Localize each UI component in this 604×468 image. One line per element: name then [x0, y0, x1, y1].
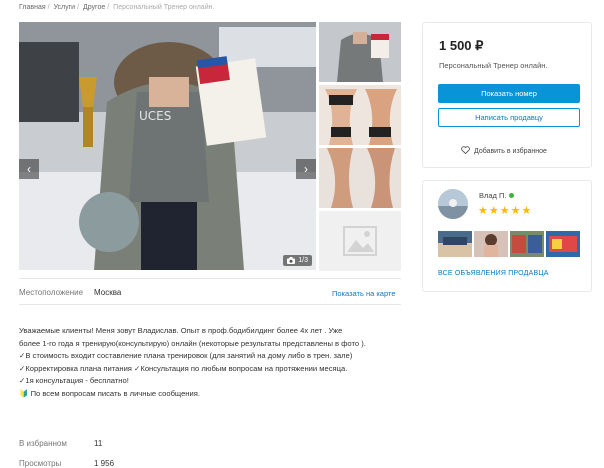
thumbnail-1[interactable] [319, 22, 401, 82]
breadcrumb-other[interactable]: Другое [83, 4, 105, 11]
thumbnail-2[interactable] [319, 85, 401, 145]
divider [19, 304, 401, 305]
description: Уважаемые клиенты! Меня зовут Владислав.… [19, 325, 414, 400]
next-photo-button[interactable]: › [296, 159, 316, 179]
price-card: 1 500 ₽ Персональный Тренер онлайн. Пока… [422, 22, 592, 168]
views-count-value: 1 956 [94, 459, 115, 468]
seller-listing-thumb[interactable] [510, 231, 544, 257]
description-line: Уважаемые клиенты! Меня зовут Владислав.… [19, 326, 343, 335]
show-on-map-link[interactable]: Показать на карте [332, 289, 396, 298]
chevron-right-icon: › [304, 162, 308, 176]
seller-name[interactable]: Влад П. [479, 191, 506, 200]
photo-counter-text: 1/3 [298, 257, 308, 264]
main-photo-image: UCES [19, 22, 316, 270]
seller-listing-thumb[interactable] [546, 231, 580, 257]
breadcrumb-separator: / [47, 4, 50, 11]
chevron-left-icon: ‹ [27, 162, 31, 176]
prev-photo-button[interactable]: ‹ [19, 159, 39, 179]
seller-name-row[interactable]: Влад П. [479, 191, 515, 200]
thumbnail-image [319, 22, 401, 82]
heart-icon [461, 146, 470, 156]
all-seller-listings-link[interactable]: ВСЕ ОБЪЯВЛЕНИЯ ПРОДАВЦА [438, 270, 549, 277]
seller-card: Влад П. ★★★★★ ВСЕ ОБЪЯВЛЕНИЯ ПРОДАВЦА [422, 180, 592, 292]
svg-text:UCES: UCES [139, 109, 171, 123]
description-line: более 1-го года я тренирую(консультирую)… [19, 338, 366, 348]
location-label: Местоположение [19, 288, 84, 297]
breadcrumb-home[interactable]: Главная [19, 4, 46, 11]
online-status-icon [509, 193, 515, 198]
seller-listing-thumbs [438, 231, 580, 257]
divider [19, 278, 401, 279]
thumbnail-placeholder[interactable] [319, 211, 401, 271]
favorites-count-label: В избранном [19, 439, 67, 448]
listing-title: Персональный Тренер онлайн. [439, 61, 548, 70]
breadcrumb-services[interactable]: Услуги [54, 4, 76, 11]
description-line: ✓1я консультация - бесплатно! [19, 376, 129, 385]
image-placeholder-icon [343, 226, 377, 256]
price: 1 500 ₽ [439, 38, 484, 53]
add-to-favorites-label: Добавить в избранное [474, 147, 547, 155]
thumbnail-3[interactable] [319, 148, 401, 208]
description-line: ✓В стоимость входит составление плана тр… [19, 351, 353, 360]
description-line: ✓Корректировка плана питания ✓Консультац… [19, 363, 348, 373]
favorites-count-value: 11 [94, 439, 103, 448]
show-number-button[interactable]: Показать номер [438, 84, 580, 103]
views-count-label: Просмотры [19, 459, 62, 468]
thumbnail-image [319, 85, 401, 145]
camera-icon [287, 257, 296, 264]
location-value: Москва [94, 288, 122, 297]
rating-stars: ★★★★★ [478, 205, 533, 217]
avatar[interactable] [438, 189, 468, 219]
breadcrumb-current: Персональный Тренер онлайн. [113, 4, 215, 11]
breadcrumb-separator: / [107, 4, 110, 11]
description-line: 🔰 По всем вопросам писать в личные сообщ… [19, 388, 200, 398]
thumbnail-image [319, 148, 401, 208]
breadcrumb: Главная / Услуги / Другое / Персональный Тр… [19, 4, 214, 11]
main-photo[interactable]: UCES ‹ › 1/3 [19, 22, 316, 270]
photo-counter: 1/3 [283, 255, 312, 266]
add-to-favorites-button[interactable]: Добавить в избранное [461, 146, 547, 156]
seller-listing-thumb[interactable] [474, 231, 508, 257]
seller-listing-thumb[interactable] [438, 231, 472, 257]
write-seller-button[interactable]: Написать продавцу [438, 108, 580, 127]
breadcrumb-separator: / [77, 4, 80, 11]
